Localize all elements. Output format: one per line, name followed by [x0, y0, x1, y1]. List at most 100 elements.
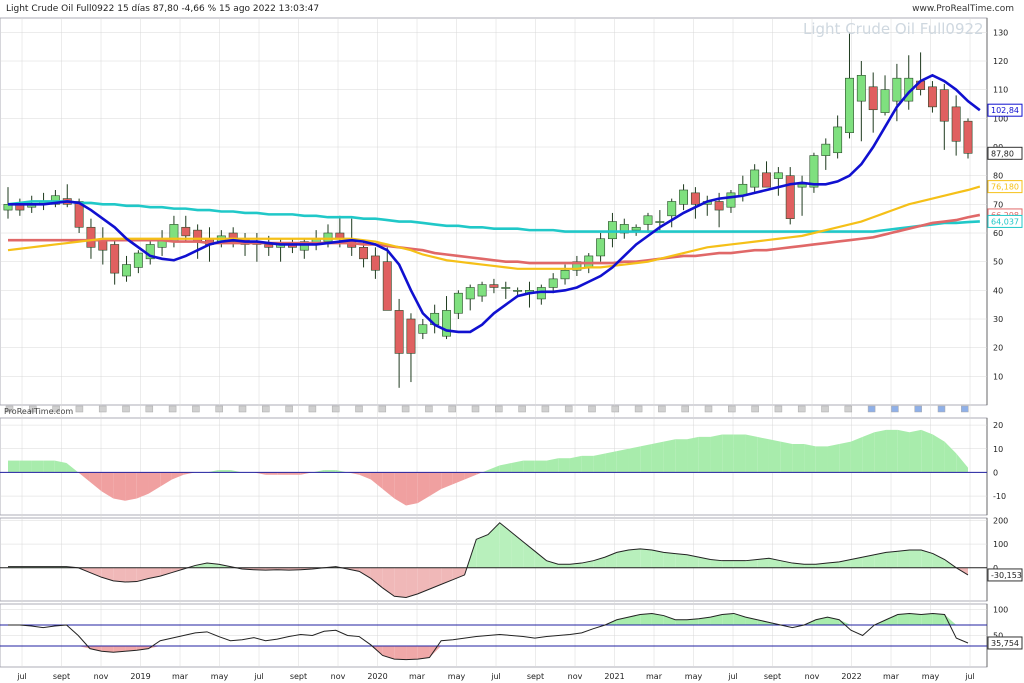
y-tick-label: 60: [993, 229, 1003, 238]
overbought-area: [932, 613, 945, 625]
positive-area: [687, 436, 699, 473]
chart-window: jul sept nov 2019 mar may jul sept nov 2020 mar may…: [0, 0, 1024, 683]
positive-area: [909, 550, 922, 568]
positive-area: [897, 550, 910, 568]
event-marker-icon: [262, 405, 270, 413]
candle-body: [797, 183, 807, 188]
positive-area: [616, 550, 629, 568]
positive-area: [31, 460, 44, 473]
positive-area: [19, 460, 32, 473]
positive-area: [546, 458, 559, 473]
candle-body: [442, 310, 451, 337]
candle-body: [596, 238, 606, 257]
event-marker-icon: [471, 405, 480, 413]
x-tick-label: sept: [764, 672, 781, 681]
candle-body: [880, 89, 890, 113]
event-marker-icon: [704, 405, 713, 413]
positive-area: [616, 448, 629, 473]
negative-area: [406, 472, 418, 506]
positive-area: [651, 550, 664, 568]
positive-area: [862, 432, 875, 473]
x-tick-label: sept: [290, 672, 307, 681]
candle-body: [264, 244, 274, 248]
event-marker-icon: [192, 405, 200, 413]
candle-body: [963, 120, 973, 154]
x-tick-label: may: [211, 672, 229, 681]
x-tick-label: sept: [53, 672, 70, 681]
positive-area: [534, 460, 547, 473]
candle-body: [560, 269, 570, 280]
y-tick-label: 10: [993, 445, 1003, 454]
positive-area: [827, 444, 840, 473]
y-tick-label: 200: [993, 516, 1008, 525]
oversold-area: [417, 646, 430, 660]
platform-label: ProRealTime.com: [4, 407, 74, 416]
candle-body: [465, 287, 475, 300]
positive-area: [874, 429, 887, 473]
positive-area: [628, 446, 641, 473]
positive-area: [558, 564, 570, 568]
candle-body: [856, 75, 866, 102]
candle-body: [406, 318, 416, 354]
axis-value-label: 64,037: [991, 217, 1019, 226]
candle-body: [394, 310, 404, 354]
negative-area: [113, 472, 126, 501]
candle-body: [679, 189, 689, 205]
overbought-area: [897, 613, 910, 625]
event-marker-icon: [588, 405, 596, 413]
y-tick-label: 20: [993, 421, 1003, 430]
event-marker-icon: [658, 405, 666, 413]
event-marker-icon: [98, 405, 107, 413]
candle-body: [548, 278, 558, 288]
candle-body: [489, 284, 499, 288]
event-marker-icon: [937, 405, 946, 413]
positive-area: [722, 434, 734, 473]
candle-body: [122, 264, 131, 277]
event-marker-icon: [867, 405, 876, 413]
candle-body: [927, 86, 937, 108]
event-marker-icon: [331, 405, 340, 413]
event-marker-icon: [914, 405, 922, 413]
last-price-label: 87,80: [991, 149, 1014, 158]
chart-title: Light Crude Oil Full0922 15 días 87,80 -…: [6, 4, 320, 14]
event-marker-icon: [378, 405, 387, 413]
y-tick-label: 70: [993, 200, 1003, 209]
event-marker-icon: [285, 405, 293, 413]
positive-area: [663, 439, 676, 473]
candle-body: [359, 247, 369, 260]
event-marker-icon: [122, 405, 130, 413]
positive-area: [733, 560, 746, 568]
y-tick-label: 80: [993, 172, 1003, 181]
y-tick-label: 30: [993, 315, 1003, 324]
event-marker-icon: [518, 405, 526, 413]
positive-area: [523, 460, 535, 473]
brand-link[interactable]: www.ProRealTime.com: [912, 4, 1014, 14]
x-tick-label: jul: [16, 672, 27, 681]
axis-value-label: 102,84: [991, 106, 1019, 115]
x-tick-label: mar: [172, 672, 189, 681]
x-tick-label: sept: [527, 672, 544, 681]
candle-body: [181, 226, 191, 237]
oversold-area: [406, 646, 418, 660]
x-tick-label: jul: [964, 672, 975, 681]
oversold-area: [394, 646, 407, 660]
x-tick-label: jul: [253, 672, 264, 681]
event-marker-icon: [611, 405, 620, 413]
event-marker-icon: [751, 405, 759, 413]
candle-body: [868, 86, 878, 111]
positive-area: [43, 460, 55, 473]
candle-body: [513, 290, 523, 292]
candle-body: [193, 229, 203, 242]
event-marker-icon: [425, 405, 433, 413]
candle-body: [951, 106, 961, 142]
y-tick-label: 10: [993, 372, 1003, 381]
event-marker-icon: [961, 405, 969, 413]
y-tick-label: -10: [993, 492, 1006, 501]
positive-area: [804, 564, 816, 568]
y-tick-label: 100: [993, 605, 1008, 614]
chart-canvas[interactable]: jul sept nov 2019 mar may jul sept nov 2020 mar may…: [0, 0, 1024, 683]
candle-body: [833, 126, 843, 154]
positive-area: [476, 534, 488, 568]
overbought-area: [909, 613, 922, 625]
candle-body: [785, 175, 795, 219]
